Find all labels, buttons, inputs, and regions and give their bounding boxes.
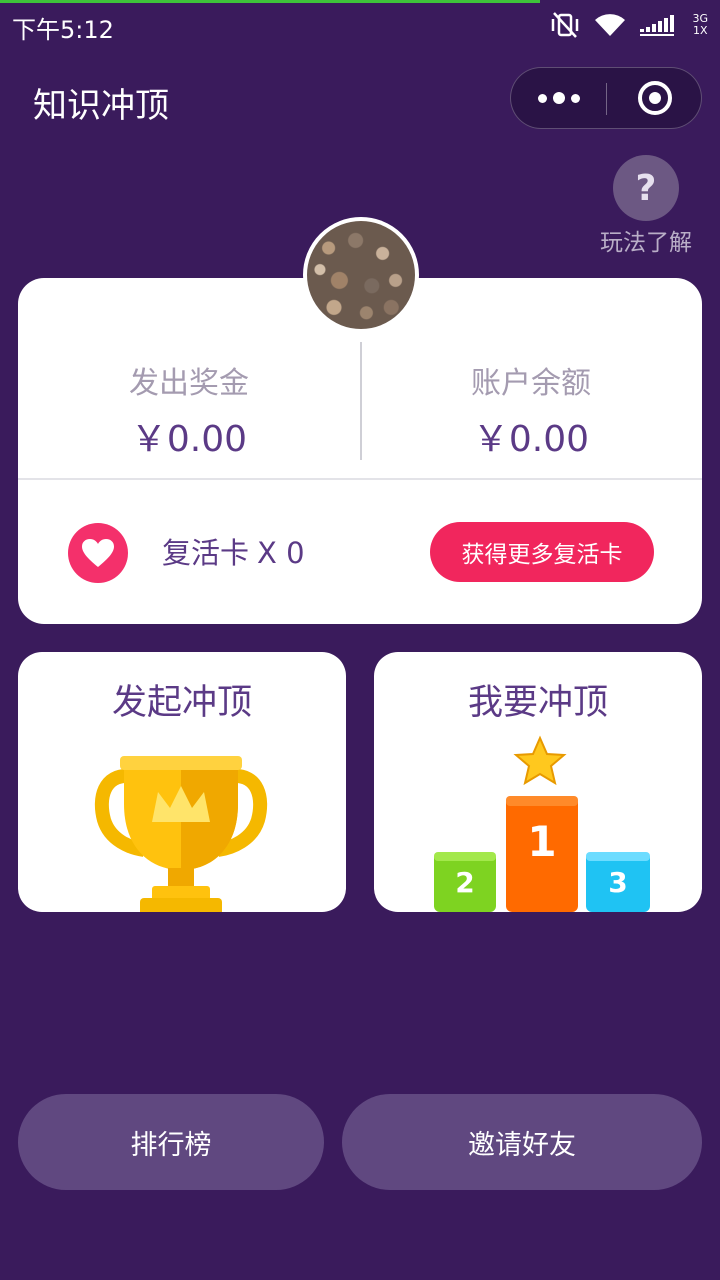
account-balance-value: ￥0.00 [472,419,590,460]
status-icons: 3G 1X [550,10,708,40]
status-bar: 下午5:12 3G 1X [0,0,720,50]
wifi-icon [595,14,626,37]
status-time: 下午5:12 [12,16,114,44]
more-button[interactable] [511,68,606,128]
close-mini-program-button[interactable] [607,68,702,128]
card-divider [18,478,702,480]
revive-card-count: 复活卡 X 0 [162,530,305,572]
revive-card-label: 复活卡 [162,536,250,570]
how-to-play-label: 玩法了解 [600,230,692,256]
signal-icon [640,15,675,36]
launch-challenge-card[interactable]: 发起冲顶 [18,652,346,912]
trophy-icon [94,756,268,912]
how-to-play-button[interactable]: ? 玩法了解 [596,155,696,257]
more-dot-icon [537,93,547,103]
account-balance-label: 账户余额 [471,366,591,401]
page-title: 知识冲顶 [33,86,169,126]
target-icon [637,81,672,115]
invite-friends-button[interactable]: 邀请好友 [342,1094,702,1190]
podium-icon: 1 2 3 [434,735,650,912]
bonus-issued-value: ￥0.00 [130,419,248,460]
account-balance-stat[interactable]: 账户余额 ￥0.00 [360,358,702,462]
star-icon [513,735,567,786]
get-more-revive-cards-button[interactable]: 获得更多复活卡 [430,522,654,582]
leaderboard-button[interactable]: 排行榜 [18,1094,324,1190]
podium-first-label: 1 [527,817,556,866]
launch-challenge-title: 发起冲顶 [111,683,252,723]
question-icon: ? [613,155,679,221]
network-type-bottom: 1X [692,24,708,37]
podium-third-label: 3 [608,866,627,899]
revive-card-quantity: X 0 [257,536,305,570]
network-type-label: 3G 1X [692,13,708,37]
more-dot-icon [570,93,580,103]
more-dot-icon [552,92,565,104]
avatar[interactable] [303,217,419,333]
podium-second-label: 2 [455,866,474,899]
join-challenge-card[interactable]: 我要冲顶 1 2 3 [374,652,702,912]
app-screen: 下午5:12 3G 1X 知识冲顶 ? 玩法了解 发出奖金 ￥0.00 账户余额… [0,0,720,1280]
mini-program-capsule [510,67,702,129]
vibrate-off-icon [552,12,579,38]
bonus-issued-label: 发出奖金 [129,366,249,401]
bonus-issued-stat: 发出奖金 ￥0.00 [18,358,360,462]
join-challenge-title: 我要冲顶 [467,683,608,723]
heart-icon [68,523,128,583]
